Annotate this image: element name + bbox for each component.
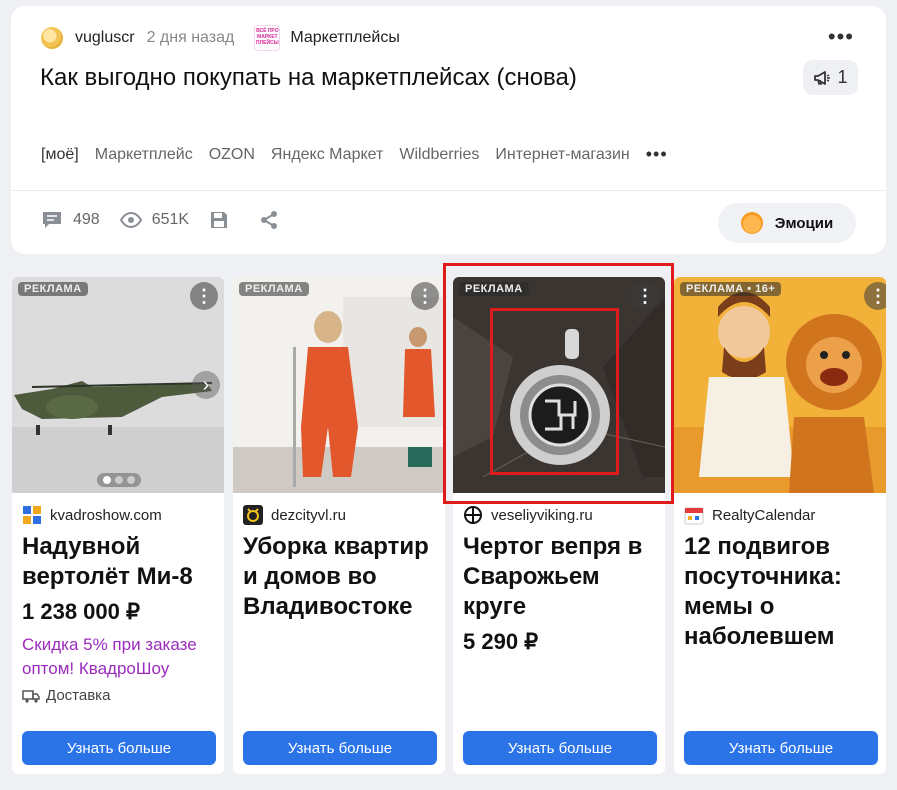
report-button[interactable]: 1 xyxy=(803,60,858,95)
ad-domain-row[interactable]: RealtyCalendar xyxy=(684,505,815,525)
tag-item[interactable]: Яндекс Маркет xyxy=(271,146,383,164)
ad-image-cleaning[interactable] xyxy=(233,277,445,493)
ad-badge: РЕКЛАМА xyxy=(459,282,529,296)
ad-badge: РЕКЛАМА • 16+ xyxy=(680,282,782,296)
post-date: 2 дня назад xyxy=(146,29,235,46)
tags-list: [моё] Маркетплейс OZON Яндекс Маркет Wil… xyxy=(41,144,668,165)
author-avatar[interactable] xyxy=(41,27,63,49)
truck-icon xyxy=(22,689,40,703)
tags-more-icon[interactable]: ••• xyxy=(646,144,668,165)
views-count: 651K xyxy=(151,211,190,228)
megaphone-icon xyxy=(814,70,831,85)
ad-title[interactable]: Чертог вепря в Сварожьем круге xyxy=(463,532,663,622)
eye-icon xyxy=(119,212,142,228)
carousel-indicator[interactable] xyxy=(97,473,141,487)
ad-price: 5 290 ₽ xyxy=(463,629,539,654)
channel-name[interactable]: Маркетплейсы xyxy=(290,29,400,47)
views-stat: 651K xyxy=(119,211,190,229)
kvadroshow-favicon-icon xyxy=(23,506,41,524)
share-icon[interactable] xyxy=(259,210,279,230)
ad-title[interactable]: 12 подвигов посуточника: мемы о наболевш… xyxy=(684,532,884,652)
emotion-face-icon xyxy=(740,212,763,234)
learn-more-button[interactable]: Узнать больше xyxy=(243,731,437,765)
emotions-button[interactable]: Эмоции xyxy=(718,203,856,243)
ad-image-pendant[interactable] xyxy=(453,277,665,493)
ad-card[interactable]: РЕКЛАМА ⋮ dezcityvl.ru Уборка квартир и … xyxy=(233,277,445,774)
ad-domain: veseliyviking.ru xyxy=(491,506,593,524)
ad-domain: kvadroshow.com xyxy=(50,506,162,524)
share-stat[interactable] xyxy=(259,210,289,230)
ad-domain: dezcityvl.ru xyxy=(271,506,347,524)
viking-favicon-icon xyxy=(464,506,482,524)
ad-menu-icon[interactable]: ⋮ xyxy=(190,282,218,310)
post-stats: 498 651K xyxy=(41,210,309,230)
ad-title[interactable]: Надувной вертолёт Ми-8 xyxy=(22,532,222,592)
ad-card[interactable]: РЕКЛАМА ⋮ › kvadroshow.com Надувной верт… xyxy=(12,277,224,774)
ad-card[interactable]: РЕКЛАМА ⋮ veseliyviking.ru Чертог вепря … xyxy=(453,277,665,774)
tag-item[interactable]: [моё] xyxy=(41,146,79,164)
channel-logo[interactable]: ВСЁ ПРО МАРКЕТ ПЛЕЙСЫ xyxy=(254,25,281,51)
realtycalendar-favicon-icon xyxy=(684,507,704,525)
post-title[interactable]: Как выгодно покупать на маркетплейсах (с… xyxy=(40,64,577,92)
post-card: vugluscr 2 дня назад ВСЁ ПРО МАРКЕТ ПЛЕЙ… xyxy=(11,6,886,254)
tag-item[interactable]: OZON xyxy=(209,146,255,164)
save-icon[interactable] xyxy=(209,210,229,230)
save-stat[interactable] xyxy=(209,210,239,230)
learn-more-button[interactable]: Узнать больше xyxy=(463,731,657,765)
ad-delivery: Доставка xyxy=(22,687,110,704)
comments-stat[interactable]: 498 xyxy=(41,210,100,230)
comment-icon xyxy=(43,212,61,228)
ad-badge: РЕКЛАМА xyxy=(239,282,309,296)
ad-menu-icon[interactable]: ⋮ xyxy=(411,282,439,310)
next-slide-arrow-icon[interactable]: › xyxy=(192,371,220,399)
ad-menu-icon[interactable]: ⋮ xyxy=(631,282,659,310)
ad-domain: RealtyCalendar xyxy=(712,506,816,524)
ad-price: 1 238 000 ₽ xyxy=(22,599,140,624)
tag-item[interactable]: Wildberries xyxy=(399,146,479,164)
tag-item[interactable]: Интернет-магазин xyxy=(495,146,629,164)
divider xyxy=(11,190,886,191)
author-name[interactable]: vugluscr xyxy=(75,29,135,47)
ad-title[interactable]: Уборка квартир и домов во Владивостоке xyxy=(243,532,443,622)
post-header: vugluscr 2 дня назад ВСЁ ПРО МАРКЕТ ПЛЕЙ… xyxy=(41,24,400,52)
ad-badge: РЕКЛАМА xyxy=(18,282,88,296)
comments-count: 498 xyxy=(73,211,100,228)
ad-card[interactable]: РЕКЛАМА • 16+ ⋮ RealtyCalendar 12 подвиг… xyxy=(674,277,886,774)
delivery-label: Доставка xyxy=(46,687,111,704)
ad-promo-text[interactable]: Скидка 5% при заказе оптом! КвадроШоу xyxy=(22,633,222,681)
tag-item[interactable]: Маркетплейс xyxy=(95,146,193,164)
learn-more-button[interactable]: Узнать больше xyxy=(22,731,216,765)
ad-domain-row[interactable]: dezcityvl.ru xyxy=(243,505,346,525)
ad-image-hercules-lion[interactable] xyxy=(674,277,886,493)
channel-logo-text: ВСЁ ПРО МАРКЕТ ПЛЕЙСЫ xyxy=(256,28,279,46)
ad-domain-row[interactable]: kvadroshow.com xyxy=(22,505,162,525)
report-count: 1 xyxy=(837,67,848,87)
ad-domain-row[interactable]: veseliyviking.ru xyxy=(463,505,593,525)
dezcity-favicon-icon xyxy=(243,505,263,525)
learn-more-button[interactable]: Узнать больше xyxy=(684,731,878,765)
ad-menu-icon[interactable]: ⋮ xyxy=(864,282,886,310)
post-more-menu-icon[interactable]: ••• xyxy=(828,26,854,48)
emotions-label: Эмоции xyxy=(774,214,834,232)
